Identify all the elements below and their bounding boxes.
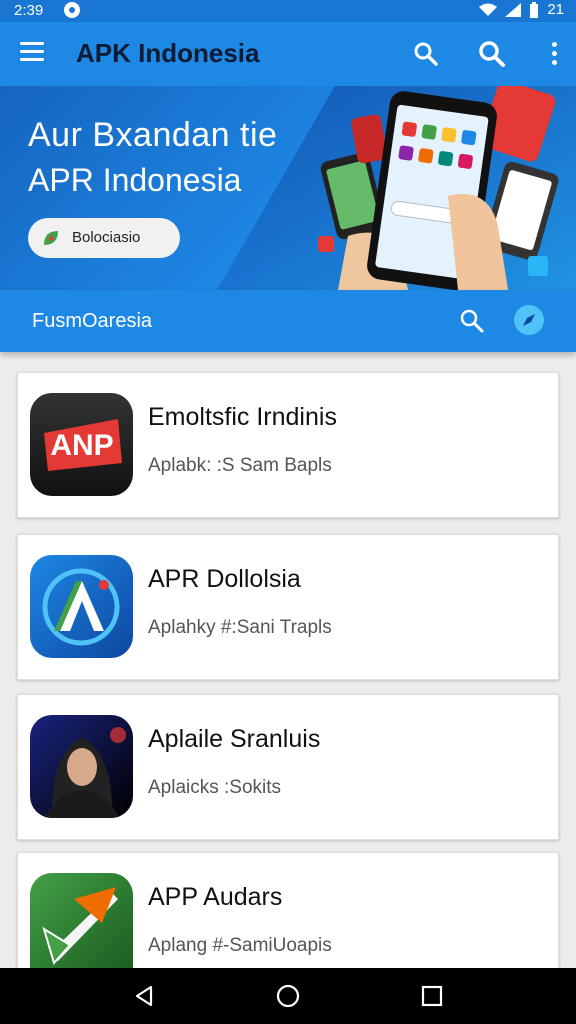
system-nav-bar	[0, 968, 576, 1024]
menu-icon[interactable]	[20, 42, 44, 62]
list-item[interactable]: APP Audars Aplang #-SamiUoapis	[17, 852, 559, 969]
search-icon[interactable]	[412, 40, 440, 68]
svg-text:ANP: ANP	[50, 429, 113, 462]
app-name: Aplaile Sranluis	[148, 725, 321, 753]
phones-illustration	[318, 86, 559, 290]
status-bar: 2:39 21	[0, 0, 576, 22]
compass-icon[interactable]	[514, 305, 544, 335]
search-icon[interactable]	[478, 40, 506, 68]
hero-subheadline: APR Indonesia	[28, 162, 242, 198]
app-icon	[30, 555, 133, 658]
avatar	[44, 727, 126, 818]
app-subtitle: Aplahky #:Sani Trapls	[148, 617, 332, 638]
hero-action-label: Bolociasio	[72, 229, 141, 246]
app-logo-icon	[42, 887, 118, 966]
app-name: APR Dollolsia	[148, 565, 301, 593]
hero-banner: Aur Bxandan tie APR Indonesia Bolociasio	[0, 86, 576, 290]
app-logo-icon: ANP	[44, 419, 122, 471]
section-bar: FusmOaresia	[0, 290, 576, 352]
list-item[interactable]: ANP Emoltsfic Irndinis Aplabk: :S Sam Ba…	[17, 372, 559, 518]
wifi-icon	[479, 3, 498, 16]
more-vert-icon[interactable]	[552, 42, 558, 69]
status-time: 2:39	[14, 2, 44, 19]
app-name: APP Audars	[148, 883, 283, 911]
app-subtitle: Aplang #-SamiUoapis	[148, 935, 332, 956]
search-icon[interactable]	[458, 307, 486, 335]
list-item[interactable]: APR Dollolsia Aplahky #:Sani Trapls	[17, 534, 559, 680]
app-icon: ANP	[30, 393, 133, 496]
section-title: FusmOaresia	[32, 310, 153, 332]
app-bar: APK Indonesia	[0, 22, 576, 86]
battery-icon	[530, 1, 539, 18]
battery-level: 21	[547, 1, 564, 18]
list-item[interactable]: Aplaile Sranluis Aplaicks :Sokits	[17, 694, 559, 840]
app-logo-icon	[42, 568, 120, 646]
status-indicators: 21	[479, 1, 564, 18]
app-title: APK Indonesia	[76, 38, 260, 68]
hero-action-button[interactable]: Bolociasio	[28, 218, 180, 258]
back-icon[interactable]	[132, 984, 156, 1008]
signal-icon	[505, 2, 522, 17]
app-icon	[30, 873, 133, 969]
app-subtitle: Aplaicks :Sokits	[148, 777, 282, 798]
notification-icon	[64, 2, 80, 18]
hero-headline: Aur Bxandan tie	[28, 116, 278, 154]
leaf-icon	[44, 231, 58, 245]
app-subtitle: Aplabk: :S Sam Bapls	[148, 455, 332, 476]
recents-icon[interactable]	[420, 984, 444, 1008]
home-icon[interactable]	[276, 984, 300, 1008]
app-icon	[30, 715, 133, 818]
app-name: Emoltsfic Irndinis	[148, 403, 337, 431]
